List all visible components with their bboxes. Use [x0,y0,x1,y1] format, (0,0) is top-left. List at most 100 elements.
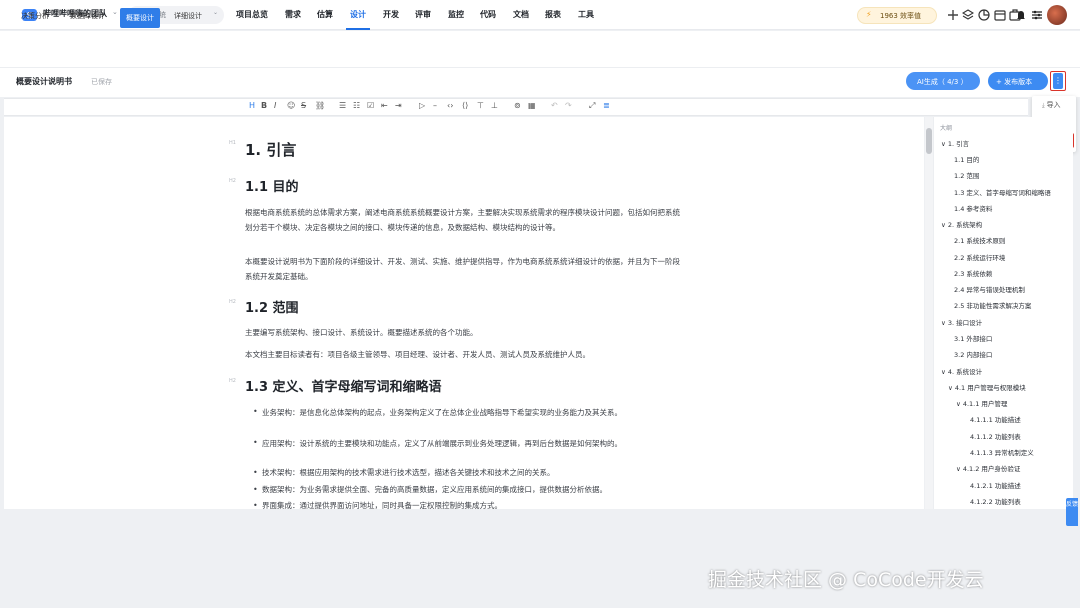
outline-toggle-icon[interactable]: ≣ [603,101,610,110]
outline-item[interactable]: ∨ 4.1 用户管理与权限模块 [948,382,1026,392]
outline-item[interactable]: 2.2 系统运行环境 [954,252,1005,262]
heading-introduction: 1. 引言 [245,141,297,159]
active-nav-indicator [346,28,370,30]
document-title: 概要设计说明书 [16,77,72,86]
outline-item[interactable]: 4.1.2.2 功能列表 [970,496,1021,506]
unordered-list-icon[interactable]: ☰ [339,101,346,110]
ai-generate-label: AI生成（ 4/3 ） [917,78,968,86]
paragraph-scope-2: 本文档主要目标读者有：项目各级主管领导、项目经理、设计者、开发人员、测试人员及系… [245,350,590,359]
paragraph-purpose-1: 根据电商系统系统的总体需求方案，阐述电商系统系统概要设计方案，主要解决实现系统需… [245,208,680,232]
nav-requirements[interactable]: 需求 [285,9,301,20]
outdent-icon[interactable]: ⇤ [381,101,388,110]
outline-item[interactable]: ∨ 4. 系统设计 [941,366,982,376]
outline-item[interactable]: 2.4 异常与错误处理机制 [954,284,1025,294]
nav-docs[interactable]: 文档 [513,9,529,20]
italic-icon[interactable]: I [274,101,276,110]
insert-below-icon[interactable]: ⊥ [491,101,498,110]
publish-version-label: + 发布版本 [996,78,1033,86]
outline-item[interactable]: 2.3 系统依赖 [954,268,992,278]
tab-detailed-design[interactable]: 详细设计 [174,11,202,21]
settings-sliders-icon[interactable] [1031,9,1043,21]
paragraph-purpose-2: 本概要设计说明书为下面阶段的详细设计、开发、测试、实施、维护提供指导，作为电商系… [245,257,680,281]
outline-item[interactable]: 1.3 定义、首字母缩写词和缩略语 [954,187,1051,197]
outline-item[interactable]: ∨ 1. 引言 [941,138,969,148]
bell-icon[interactable] [1015,9,1027,21]
undo-icon[interactable]: ↶ [551,101,558,110]
nav-monitor[interactable]: 监控 [448,9,464,20]
fullscreen-icon[interactable]: ⤢ [589,101,595,111]
user-avatar[interactable] [1047,5,1067,25]
horizontal-rule-icon[interactable]: – [433,101,437,110]
outline-item[interactable]: 1.1 目的 [954,154,979,164]
feedback-tab[interactable]: 反馈 [1066,498,1078,526]
outline-item[interactable]: 3.1 外部接口 [954,333,992,343]
heading-scope: 1.2 范围 [245,301,299,316]
menu-item-import[interactable]: ⤓ 导入 [1042,100,1061,110]
outline-title: 大纲 [940,125,953,132]
outline-item[interactable]: 4.1.1.3 异常机制定义 [970,447,1034,457]
heading-level-label: H2 [229,299,236,305]
outline-item[interactable]: ∨ 3. 接口设计 [941,317,982,327]
nav-tools[interactable]: 工具 [578,9,594,20]
bullet-marker: • [253,407,258,416]
list-item: 界面集成：通过提供界面访问地址，同时具备一定权限控制的集成方式。 [262,501,502,509]
upload-icon[interactable]: ⊚ [514,101,521,110]
tab-overview-design[interactable]: 概要设计 [120,8,160,28]
menu-item-import-label: 导入 [1046,101,1061,109]
bullet-marker: • [253,501,258,510]
checklist-icon[interactable]: ☑ [367,101,374,110]
code-block-icon[interactable]: ⟨⟩ [462,101,468,110]
heading-level-label: H1 [229,140,236,146]
inline-code-icon[interactable]: ‹› [447,101,453,110]
indent-icon[interactable]: ⇥ [395,101,402,110]
pie-chart-icon[interactable] [978,9,990,21]
plus-icon[interactable] [947,9,959,21]
outline-item[interactable]: 4.1.1.2 功能列表 [970,431,1021,441]
link-icon[interactable]: ⛓ [315,101,325,110]
ordered-list-icon[interactable]: ☷ [353,101,360,110]
scrollbar-thumb[interactable] [926,128,932,154]
outline-item[interactable]: 1.2 范围 [954,170,979,180]
heading-icon[interactable]: H [249,101,255,110]
list-item: 应用架构：设计系统的主要模块和功能点，定义了从前端展示到业务处理逻辑，再到后台数… [262,439,622,448]
nav-review[interactable]: 评审 [415,9,431,20]
efficiency-value: 1963 效率值 [880,12,922,20]
nav-develop[interactable]: 开发 [383,9,399,20]
outline-item[interactable]: ∨ 4.1.1 用户管理 [956,398,1007,408]
outline-item[interactable]: 2.1 系统技术原则 [954,235,1005,245]
outline-item[interactable]: 3.2 内部接口 [954,349,992,359]
redo-icon[interactable]: ↷ [565,101,572,110]
nav-design[interactable]: 设计 [350,9,366,20]
nav-reports[interactable]: 报表 [545,9,561,20]
outline-item[interactable]: 4.1.1.1 功能描述 [970,414,1021,424]
heading-level-label: H2 [229,378,236,384]
table-icon[interactable]: ▦ [528,101,536,110]
quote-icon[interactable]: ▷ [419,101,425,110]
outline-item[interactable]: ∨ 2. 系统架构 [941,219,982,229]
strikethrough-icon[interactable]: S [301,101,306,110]
tab-database-design[interactable]: 数据库设计 [70,11,105,21]
outline-item[interactable]: 4.1.2.1 功能描述 [970,480,1021,490]
calendar-icon[interactable] [994,9,1006,21]
layers-icon[interactable] [962,9,974,21]
outline-item[interactable]: 2.5 非功能性需求解决方案 [954,300,1031,310]
chevron-down-icon[interactable]: ⌄ [112,8,118,16]
bullet-marker: • [253,485,258,494]
heading-purpose: 1.1 目的 [245,180,299,195]
editor-scrollbar[interactable] [925,117,933,509]
outline-item[interactable]: 1.4 参考资料 [954,203,992,213]
save-status: 已保存 [91,78,112,86]
outline-item[interactable]: ∨ 4.1.2 用户身份验证 [956,463,1020,473]
bold-icon[interactable]: B [261,101,267,110]
insert-above-icon[interactable]: ⊤ [477,101,484,110]
nav-estimate[interactable]: 估算 [317,9,333,20]
nav-overview[interactable]: 项目总览 [236,9,268,20]
bullet-marker: • [253,438,258,447]
paragraph-scope-1: 主要编写系统架构、接口设计、系统设计。概要描述系统的各个功能。 [245,328,478,337]
list-item: 业务架构：是信息化总体架构的起点，业务架构定义了在总体企业战略指导下希望实现的业… [262,408,622,417]
chevron-down-icon: ⌄ [213,9,219,16]
tab-decision-analysis[interactable]: 决策分析 [21,11,49,21]
emoji-icon[interactable]: ☺ [287,101,295,110]
more-options-button[interactable]: ⋮ [1053,73,1063,89]
nav-code[interactable]: 代码 [480,9,496,20]
